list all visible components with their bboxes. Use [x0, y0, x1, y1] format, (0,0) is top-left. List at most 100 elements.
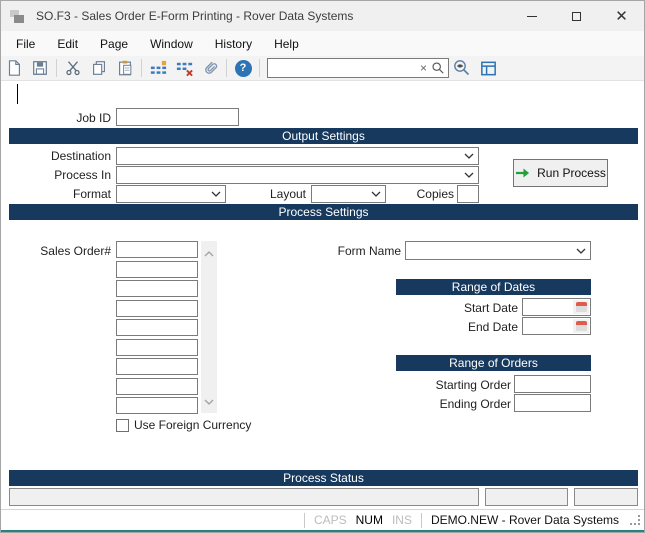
toolbar-separator — [56, 59, 57, 77]
menu-window[interactable]: Window — [139, 33, 204, 55]
process-in-label: Process In — [21, 168, 111, 182]
app-icon — [10, 8, 26, 24]
cut-button[interactable] — [60, 57, 86, 79]
window-title: SO.F3 - Sales Order E-Form Printing - Ro… — [36, 9, 353, 23]
destination-select[interactable] — [116, 147, 479, 165]
cut-icon — [64, 59, 82, 77]
new-document-button[interactable] — [1, 57, 27, 79]
delete-row-button[interactable] — [171, 57, 197, 79]
layout-select[interactable] — [311, 185, 386, 203]
maximize-button[interactable] — [554, 1, 599, 31]
starting-order-label: Starting Order — [381, 378, 511, 392]
sales-order-input-7[interactable] — [116, 358, 198, 375]
start-date-label: Start Date — [381, 301, 518, 315]
job-id-input[interactable] — [116, 108, 239, 126]
form-name-select[interactable] — [405, 241, 591, 260]
maximize-icon — [572, 12, 581, 21]
search-icon[interactable] — [431, 61, 445, 80]
copies-label: Copies — [391, 187, 454, 201]
minimize-button[interactable] — [509, 1, 554, 31]
use-foreign-currency-label: Use Foreign Currency — [134, 418, 294, 432]
attachment-icon — [201, 59, 220, 78]
title-bar: SO.F3 - Sales Order E-Form Printing - Ro… — [1, 1, 644, 31]
run-process-button[interactable]: Run Process — [513, 159, 608, 187]
menu-help[interactable]: Help — [263, 33, 310, 55]
sales-order-label: Sales Order# — [21, 244, 111, 258]
ending-order-input[interactable] — [514, 394, 591, 412]
chevron-down-icon — [371, 191, 381, 197]
end-date-label: End Date — [381, 320, 518, 334]
window-layout-icon — [479, 59, 498, 78]
sales-order-input-3[interactable] — [116, 280, 198, 297]
insert-row-button[interactable] — [145, 57, 171, 79]
help-button[interactable]: ? — [230, 57, 256, 79]
session-label: DEMO.NEW - Rover Data Systems — [431, 513, 619, 527]
range-of-dates-banner: Range of Dates — [396, 279, 591, 295]
job-id-label: Job ID — [31, 111, 111, 125]
new-document-icon — [5, 59, 23, 77]
save-button[interactable] — [27, 57, 53, 79]
form-name-label: Form Name — [301, 244, 401, 258]
menu-history[interactable]: History — [204, 33, 263, 55]
sales-order-input-4[interactable] — [116, 300, 198, 317]
close-button[interactable]: ✕ — [599, 1, 644, 31]
status-bar: CAPS NUM INS DEMO.NEW - Rover Data Syste… — [1, 509, 644, 530]
paste-icon — [116, 59, 134, 77]
sales-order-input-9[interactable] — [116, 397, 198, 414]
sales-order-input-1[interactable] — [116, 241, 198, 258]
copy-icon — [90, 59, 108, 77]
attachment-button[interactable] — [197, 57, 223, 79]
process-in-select[interactable] — [116, 166, 479, 184]
format-label: Format — [21, 187, 111, 201]
layout-label: Layout — [231, 187, 306, 201]
app-window: SO.F3 - Sales Order E-Form Printing - Ro… — [0, 0, 645, 533]
scroll-up-icon[interactable] — [204, 244, 214, 262]
starting-order-input[interactable] — [514, 375, 591, 393]
status-separator — [304, 513, 305, 528]
end-date-input[interactable] — [522, 317, 591, 335]
toolbar: ? × — [1, 56, 644, 81]
use-foreign-currency-checkbox[interactable] — [116, 419, 129, 432]
sales-order-input-8[interactable] — [116, 378, 198, 395]
menu-file[interactable]: File — [5, 33, 46, 55]
toolbar-separator — [226, 59, 227, 77]
menu-bar: File Edit Page Window History Help — [1, 31, 644, 56]
chevron-down-icon — [464, 153, 474, 159]
chevron-down-icon — [211, 191, 221, 197]
zoom-preview-button[interactable] — [449, 57, 475, 79]
sales-order-input-5[interactable] — [116, 319, 198, 336]
process-status-field-main — [9, 488, 479, 506]
close-icon: ✕ — [615, 9, 628, 24]
insert-row-icon — [149, 59, 168, 78]
sales-order-scrollbar[interactable] — [201, 241, 217, 413]
status-separator — [421, 513, 422, 528]
format-select[interactable] — [116, 185, 226, 203]
clear-search-icon[interactable]: × — [420, 60, 427, 76]
minimize-icon — [527, 16, 537, 17]
run-arrow-icon — [515, 167, 530, 179]
range-of-orders-banner: Range of Orders — [396, 355, 591, 371]
paste-button[interactable] — [112, 57, 138, 79]
help-icon: ? — [235, 60, 252, 77]
sales-order-input-2[interactable] — [116, 261, 198, 278]
menu-edit[interactable]: Edit — [46, 33, 89, 55]
resize-grip[interactable] — [630, 515, 640, 525]
process-status-field-2 — [485, 488, 568, 506]
copies-input[interactable] — [457, 185, 479, 203]
output-settings-banner: Output Settings — [9, 128, 638, 144]
chevron-down-icon — [464, 172, 474, 178]
sales-order-input-6[interactable] — [116, 339, 198, 356]
zoom-preview-icon — [452, 58, 472, 78]
process-settings-banner: Process Settings — [9, 204, 638, 220]
scroll-down-icon[interactable] — [204, 392, 214, 410]
save-icon — [31, 59, 49, 77]
destination-label: Destination — [21, 149, 111, 163]
start-date-input[interactable] — [522, 298, 591, 316]
end-date-calendar-button[interactable] — [573, 319, 589, 333]
start-date-calendar-button[interactable] — [573, 300, 589, 314]
toolbar-separator — [259, 59, 260, 77]
menu-page[interactable]: Page — [89, 33, 139, 55]
num-indicator: NUM — [356, 513, 383, 527]
window-layout-button[interactable] — [475, 57, 501, 79]
copy-button[interactable] — [86, 57, 112, 79]
